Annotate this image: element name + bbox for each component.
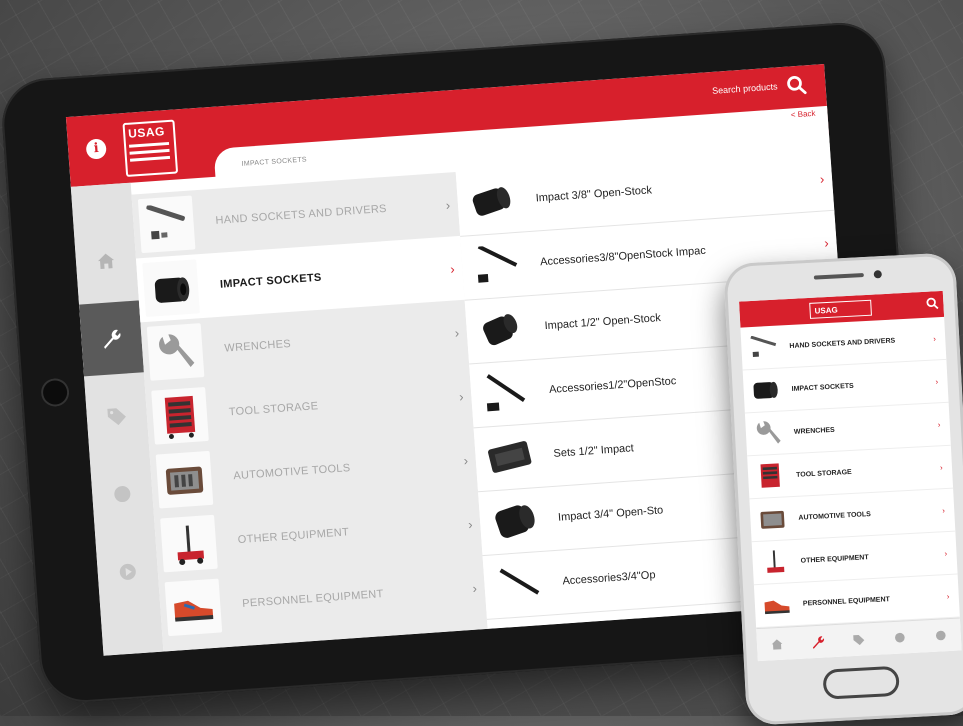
jack-icon <box>177 525 205 566</box>
tag-icon <box>853 635 865 646</box>
ratchet-icon <box>750 335 777 357</box>
nav-offers[interactable] <box>847 631 870 648</box>
nav-home[interactable] <box>766 635 789 652</box>
category-label: HAND SOCKETS AND DRIVERS <box>789 336 896 350</box>
jack-icon <box>767 550 785 573</box>
brand-logo[interactable]: USAG <box>809 299 872 319</box>
rail-video[interactable] <box>95 534 160 610</box>
category-label: TOOL STORAGE <box>796 468 852 479</box>
tool-cabinet-icon <box>164 395 196 439</box>
category-list: HAND SOCKETS AND DRIVERS › IMPACT SOCKET… <box>131 172 488 652</box>
tablet-camera <box>40 377 71 408</box>
chevron-right-icon: › <box>823 234 830 250</box>
chevron-right-icon: › <box>467 516 473 532</box>
extension-bar-icon <box>486 374 526 412</box>
category-label: WRENCHES <box>224 337 292 355</box>
product-label: Impact 3/8" Open-Stock <box>535 184 653 205</box>
rail-products[interactable] <box>79 300 144 377</box>
socket-icon <box>483 314 518 346</box>
extension-bar-icon <box>477 244 518 283</box>
shoe-icon <box>764 600 790 615</box>
category-label: AUTOMOTIVE TOOLS <box>232 462 351 483</box>
toolcase-icon <box>165 466 204 495</box>
toolcase-icon <box>760 510 785 529</box>
category-label: OTHER EQUIPMENT <box>800 553 869 565</box>
chevron-right-icon: › <box>942 505 946 515</box>
chevron-right-icon: › <box>946 591 950 601</box>
chevron-right-icon: › <box>458 388 465 404</box>
phone-screen: USAG HAND SOCKETS AND DRIVERS › IMPACT S… <box>739 290 962 662</box>
rail-home[interactable] <box>74 223 139 299</box>
category-label: HAND SOCKETS AND DRIVERS <box>215 202 388 227</box>
chevron-right-icon: › <box>454 324 460 340</box>
shoe-icon <box>174 600 214 622</box>
chevron-right-icon: › <box>937 419 941 429</box>
chevron-right-icon: › <box>944 548 948 558</box>
wrench-icon <box>104 329 121 349</box>
wrench-icon <box>159 334 195 367</box>
chevron-right-icon: › <box>449 260 456 277</box>
category-label: IMPACT SOCKETS <box>791 382 854 393</box>
dot-icon <box>114 486 131 503</box>
nav-products[interactable] <box>807 633 830 650</box>
socket-icon <box>495 505 535 538</box>
search-icon[interactable] <box>925 296 940 311</box>
wrench-icon <box>756 421 781 444</box>
phone-home-button[interactable] <box>822 665 900 700</box>
tag-icon <box>107 408 126 426</box>
chevron-right-icon: › <box>819 170 825 187</box>
category-label: PERSONNEL EQUIPMENT <box>802 595 890 608</box>
category-label: PERSONNEL EQUIPMENT <box>241 588 384 610</box>
home-icon <box>98 253 115 270</box>
rail-dot[interactable] <box>90 456 155 532</box>
phone-camera <box>873 270 883 279</box>
nav-dot[interactable] <box>888 629 911 646</box>
play-icon <box>119 563 136 580</box>
chevron-right-icon: › <box>463 452 469 468</box>
back-button[interactable]: < Back <box>791 109 816 120</box>
phone-category-list: HAND SOCKETS AND DRIVERS › IMPACT SOCKET… <box>740 316 960 629</box>
brand-logo[interactable]: USAG <box>122 119 179 178</box>
socket-icon <box>753 381 778 399</box>
case-icon <box>488 441 532 473</box>
play-icon <box>935 630 946 641</box>
info-icon[interactable]: i <box>85 138 107 160</box>
category-label: WRENCHES <box>793 426 835 436</box>
chevron-right-icon: › <box>939 462 943 472</box>
home-icon <box>772 639 783 650</box>
category-label: AUTOMOTIVE TOOLS <box>798 510 871 522</box>
socket-icon <box>154 277 190 303</box>
category-label: OTHER EQUIPMENT <box>237 526 350 547</box>
phone-speaker <box>813 273 864 280</box>
dot-icon <box>894 632 905 643</box>
chevron-right-icon: › <box>933 333 937 343</box>
tool-cabinet-icon <box>760 463 780 488</box>
extension-bar-icon <box>499 568 540 595</box>
search-icon[interactable] <box>785 73 808 96</box>
rail-offers[interactable] <box>84 378 149 454</box>
category-label: TOOL STORAGE <box>228 400 319 419</box>
chevron-right-icon: › <box>472 580 478 596</box>
chevron-right-icon: › <box>935 376 939 386</box>
search-products-label[interactable]: Search products <box>712 81 778 96</box>
wrench-icon <box>813 636 825 649</box>
socket-icon <box>472 187 511 216</box>
ratchet-icon <box>146 204 185 240</box>
chevron-right-icon: › <box>445 196 451 213</box>
phone-device: USAG HAND SOCKETS AND DRIVERS › IMPACT S… <box>723 252 963 726</box>
category-label: IMPACT SOCKETS <box>219 271 322 291</box>
nav-video[interactable] <box>929 627 952 644</box>
